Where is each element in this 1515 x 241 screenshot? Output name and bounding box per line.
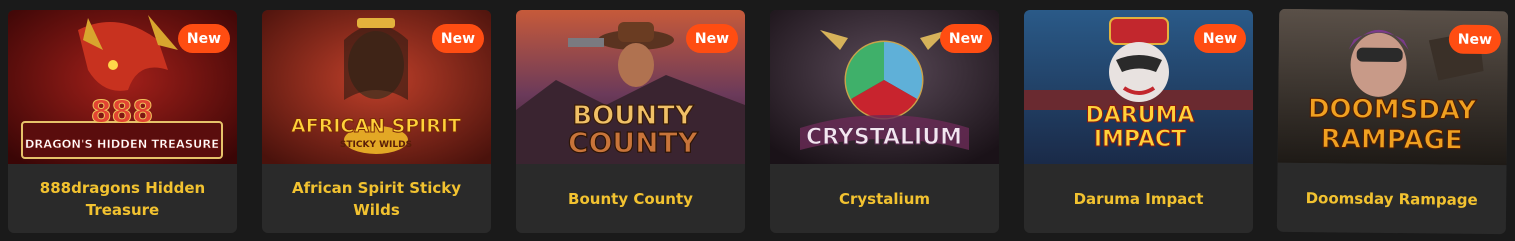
logo-bottom-text: STICKY WILDS [340,140,412,150]
new-badge: New [1194,24,1246,53]
game-thumbnail-bounty-county[interactable]: BOUNTY COUNTY New [516,10,745,164]
new-badge: New [686,24,738,53]
game-thumbnail-doomsday-rampage[interactable]: DOOMSDAY RAMPAGE New [1277,8,1509,166]
game-card-crystalium[interactable]: CRYSTALIUM New Crystalium [770,10,999,233]
new-badge: New [940,24,992,53]
new-badge: New [178,24,230,53]
game-thumbnail-african-spirit[interactable]: AFRICAN SPIRIT STICKY WILDS New [262,10,491,164]
logo-top-text: DARUMA [1085,103,1194,128]
logo-bottom-text: IMPACT [1094,127,1186,152]
game-grid: 888 DRAGON'S HIDDEN TREASURE New 888drag… [0,0,1515,241]
logo-top-text: 888 [91,95,154,130]
game-title[interactable]: African Spirit Sticky Wilds [262,164,491,233]
logo-top-text: CRYSTALIUM [806,125,962,150]
logo-bottom-text: DRAGON'S HIDDEN TREASURE [25,137,219,151]
logo-top-text: AFRICAN SPIRIT [291,115,461,137]
game-title[interactable]: 888dragons Hidden Treasure [8,164,237,233]
game-title[interactable]: Daruma Impact [1024,164,1253,233]
game-card-daruma-impact[interactable]: DARUMA IMPACT New Daruma Impact [1024,10,1253,233]
game-title[interactable]: Crystalium [770,164,999,233]
logo-top-text: DOOMSDAY [1308,94,1478,126]
game-card-888dragons[interactable]: 888 DRAGON'S HIDDEN TREASURE New 888drag… [8,10,237,233]
game-card-doomsday-rampage[interactable]: DOOMSDAY RAMPAGE New Doomsday Rampage [1276,8,1509,235]
game-card-bounty-county[interactable]: BOUNTY COUNTY New Bounty County [516,10,745,233]
new-badge: New [1448,24,1502,55]
game-thumbnail-888dragons[interactable]: 888 DRAGON'S HIDDEN TREASURE New [8,10,237,164]
logo-bottom-text: COUNTY [568,126,699,159]
game-thumbnail-daruma-impact[interactable]: DARUMA IMPACT New [1024,10,1253,164]
game-card-african-spirit[interactable]: AFRICAN SPIRIT STICKY WILDS New African … [262,10,491,233]
new-badge: New [432,24,484,53]
game-title[interactable]: Bounty County [516,164,745,233]
game-thumbnail-crystalium[interactable]: CRYSTALIUM New [770,10,999,164]
game-title[interactable]: Doomsday Rampage [1277,163,1507,234]
logo-bottom-text: RAMPAGE [1321,124,1463,155]
